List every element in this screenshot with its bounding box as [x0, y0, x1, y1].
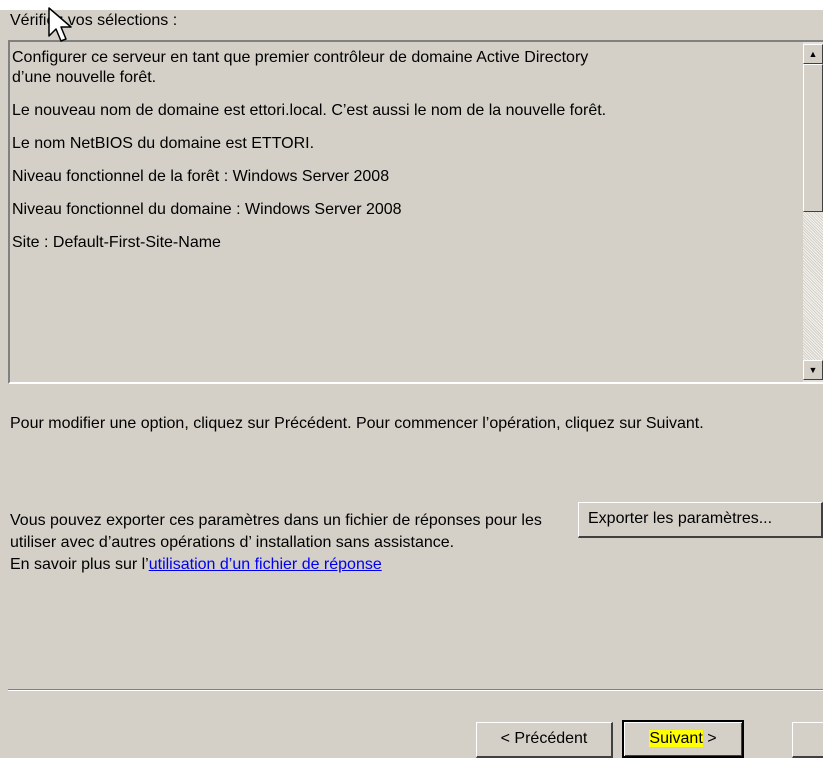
learn-more-prefix: En savoir plus sur l’: [10, 556, 149, 573]
learn-more-line: En savoir plus sur l’utilisation d’un fi…: [10, 554, 570, 576]
scroll-down-arrow-icon[interactable]: ▼: [803, 360, 823, 380]
export-info: Vous pouvez exporter ces paramètres dans…: [10, 510, 570, 576]
scrollbar-thumb[interactable]: [803, 64, 823, 212]
answer-file-link[interactable]: utilisation d’un fichier de réponse: [149, 556, 382, 573]
cancel-button[interactable]: [792, 722, 823, 758]
wizard-dialog: Vérifiez vos sélections : Configurer ce …: [0, 0, 823, 758]
summary-line: d’une nouvelle forêt.: [12, 69, 157, 86]
instructions-text: Pour modifier une option, cliquez sur Pr…: [10, 415, 704, 432]
summary-line: Le nouveau nom de domaine est ettori.loc…: [12, 102, 607, 119]
top-strip: [0, 0, 823, 10]
next-button[interactable]: Suivant >: [622, 720, 744, 758]
summary-line: Configurer ce serveur en tant que premie…: [12, 49, 589, 66]
previous-button[interactable]: < Précédent: [476, 722, 613, 758]
next-button-label: Suivant: [649, 730, 703, 747]
summary-box[interactable]: Configurer ce serveur en tant que premie…: [8, 40, 823, 384]
next-button-arrow: >: [702, 730, 717, 747]
mouse-cursor-icon: [48, 7, 72, 42]
summary-scrollbar[interactable]: ▲ ▼: [803, 42, 823, 382]
summary-line: Site : Default-First-Site-Name: [12, 234, 221, 251]
summary-line: Niveau fonctionnel de la forêt : Windows…: [12, 168, 390, 185]
scroll-up-arrow-icon[interactable]: ▲: [803, 44, 823, 64]
export-settings-button[interactable]: Exporter les paramètres...: [578, 502, 823, 538]
summary-line: Niveau fonctionnel du domaine : Windows …: [12, 201, 402, 218]
export-description: Vous pouvez exporter ces paramètres dans…: [10, 512, 542, 551]
summary-text: Configurer ce serveur en tant que premie…: [12, 48, 802, 253]
summary-line: Le nom NetBIOS du domaine est ETTORI.: [12, 135, 315, 152]
review-heading: Vérifiez vos sélections :: [10, 12, 178, 29]
separator: [8, 689, 823, 691]
